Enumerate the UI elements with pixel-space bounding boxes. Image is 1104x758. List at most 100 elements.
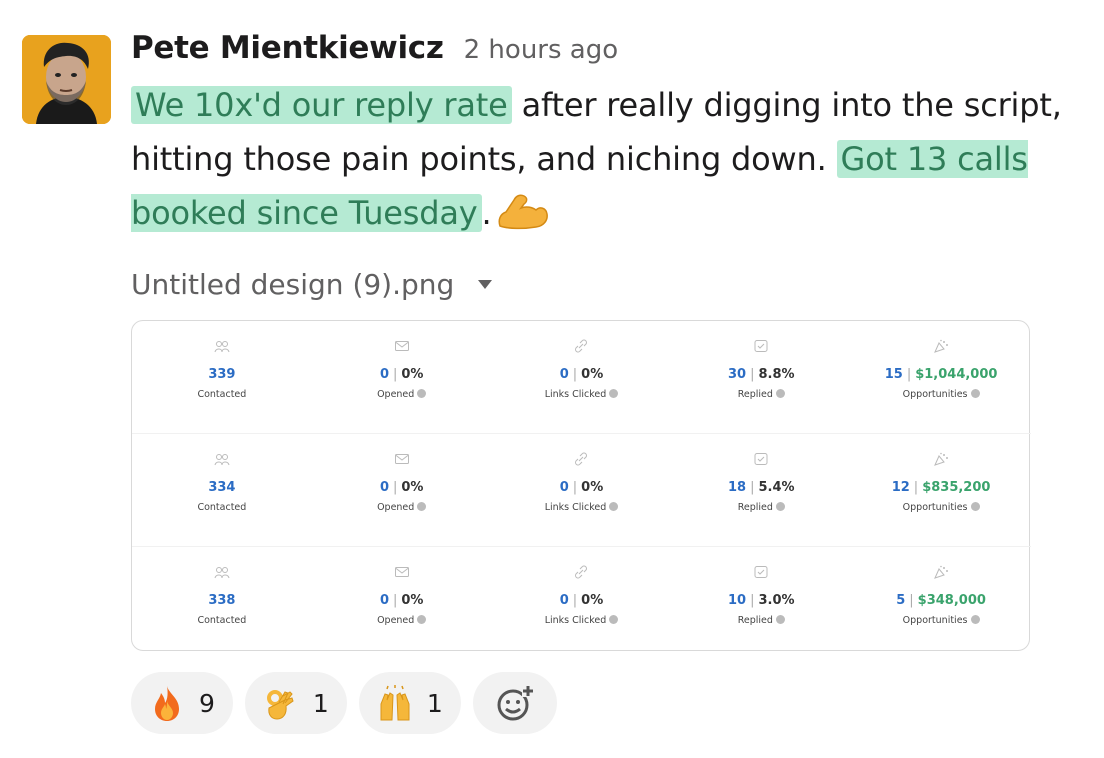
stat-contacted: 339 Contacted [132, 321, 312, 431]
stat-opened: 0 | 0% Opened [312, 434, 492, 543]
stat-contacted: 334 Contacted [132, 434, 312, 543]
stat-value: 0 | 0% [559, 593, 604, 608]
stats-row: 338 Contacted 0 | 0% Opened 0 | 0% Links Cli… [132, 546, 1031, 656]
stat-label: Contacted [197, 502, 247, 513]
flexed-biceps-icon [494, 190, 550, 230]
stat-label: Opened [312, 615, 492, 626]
envelope-icon [394, 567, 409, 577]
info-icon [609, 502, 619, 511]
add-reaction-button[interactable] [472, 672, 557, 734]
stat-label: Opportunities [851, 615, 1031, 626]
stats-row: 334 Contacted 0 | 0% Opened 0 | 0% Links Cli… [132, 433, 1031, 543]
stat-replied: 30 | 8.8% Replied [671, 321, 851, 431]
stat-opportunities: 12 | $835,200 Opportunities [851, 434, 1031, 543]
message: Pete Mientkiewicz 2 hours ago We 10x'd o… [131, 30, 1091, 240]
info-icon [775, 389, 785, 398]
stat-label: Opportunities [851, 502, 1031, 513]
link-icon [575, 452, 588, 466]
stat-opportunities: 15 | $1,044,000 Opportunities [851, 321, 1031, 431]
stat-opportunities: 5 | $348,000 Opportunities [851, 547, 1031, 656]
stat-value: 0 | 0% [559, 367, 604, 382]
info-icon [417, 615, 427, 624]
reaction-count: 1 [426, 688, 443, 718]
stat-value: 338 [208, 593, 236, 608]
stat-value: 0 | 0% [379, 593, 424, 608]
stat-value: 0 | 0% [559, 480, 604, 495]
message-text-end: . [481, 194, 492, 232]
envelope-icon [394, 454, 409, 464]
stat-value: 339 [208, 367, 236, 382]
stat-label: Contacted [197, 389, 247, 400]
info-icon [417, 502, 427, 511]
reaction-fire[interactable]: 9 [131, 672, 233, 734]
stat-label: Replied [671, 615, 851, 626]
reply-check-icon [754, 453, 768, 465]
people-icon [214, 341, 230, 353]
stat-label: Opened [312, 389, 492, 400]
stat-label: Replied [671, 502, 851, 513]
attachment-image[interactable]: 339 Contacted 0 | 0% Opened 0 | 0% Links Cli… [131, 320, 1031, 651]
envelope-icon [394, 341, 409, 351]
reaction-count: 1 [312, 688, 329, 718]
stat-value: 0 | 0% [379, 367, 424, 382]
people-icon [214, 454, 230, 466]
stats-row: 339 Contacted 0 | 0% Opened 0 | 0% Links Cli… [132, 321, 1031, 431]
info-icon [417, 389, 427, 398]
stat-label: Links Clicked [492, 389, 672, 400]
stat-label: Contacted [197, 615, 247, 626]
stat-value: 10 | 3.0% [728, 593, 795, 608]
stat-value: 334 [208, 480, 236, 495]
link-icon [575, 565, 588, 579]
stat-value: 15 | $1,044,000 [884, 367, 998, 382]
reaction-ok-hand[interactable]: 1 [244, 672, 347, 734]
stat-label: Replied [671, 389, 851, 400]
stat-value: 30 | 8.8% [728, 367, 795, 382]
party-popper-icon [934, 452, 949, 466]
reply-check-icon [754, 566, 768, 578]
info-icon [609, 389, 619, 398]
stat-label: Links Clicked [492, 502, 672, 513]
attachment-filename[interactable]: Untitled design (9).png [131, 268, 454, 301]
people-icon [214, 567, 230, 579]
chevron-down-icon[interactable] [478, 279, 493, 289]
stat-links-clicked: 0 | 0% Links Clicked [492, 547, 672, 656]
reactions-bar: 9 1 1 [131, 672, 557, 734]
reply-check-icon [754, 340, 768, 352]
timestamp[interactable]: 2 hours ago [464, 35, 619, 65]
info-icon [609, 615, 619, 624]
message-body: We 10x'd our reply rate after really dig… [131, 78, 1091, 240]
stat-label: Opportunities [851, 389, 1031, 400]
ok-hand-icon [266, 690, 294, 720]
stat-label: Links Clicked [492, 615, 672, 626]
link-icon [575, 339, 588, 353]
stat-value: 12 | $835,200 [891, 480, 991, 495]
stat-opened: 0 | 0% Opened [312, 547, 492, 656]
info-icon [970, 615, 980, 624]
stat-value: 18 | 5.4% [728, 480, 795, 495]
add-emoji-icon [497, 685, 534, 721]
stat-links-clicked: 0 | 0% Links Clicked [492, 434, 672, 543]
stat-links-clicked: 0 | 0% Links Clicked [492, 321, 672, 431]
stat-opened: 0 | 0% Opened [312, 321, 492, 431]
party-popper-icon [934, 565, 949, 579]
author-name[interactable]: Pete Mientkiewicz [131, 30, 444, 66]
party-popper-icon [934, 339, 949, 353]
stat-replied: 18 | 5.4% Replied [671, 434, 851, 543]
fire-icon [155, 686, 179, 721]
stat-label: Opened [312, 502, 492, 513]
message-header: Pete Mientkiewicz 2 hours ago [131, 30, 1091, 78]
info-icon [775, 615, 785, 624]
attachment-header[interactable]: Untitled design (9).png [131, 264, 493, 304]
highlight-reply-rate: We 10x'd our reply rate [131, 86, 512, 124]
raising-hands-icon [380, 685, 410, 721]
stat-value: 5 | $348,000 [896, 593, 986, 608]
info-icon [970, 502, 980, 511]
reaction-count: 9 [199, 688, 215, 718]
avatar[interactable] [22, 35, 111, 124]
info-icon [775, 502, 785, 511]
info-icon [970, 389, 980, 398]
stat-replied: 10 | 3.0% Replied [671, 547, 851, 656]
stat-contacted: 338 Contacted [132, 547, 312, 656]
reaction-raising-hands[interactable]: 1 [358, 672, 461, 734]
stat-value: 0 | 0% [379, 480, 424, 495]
